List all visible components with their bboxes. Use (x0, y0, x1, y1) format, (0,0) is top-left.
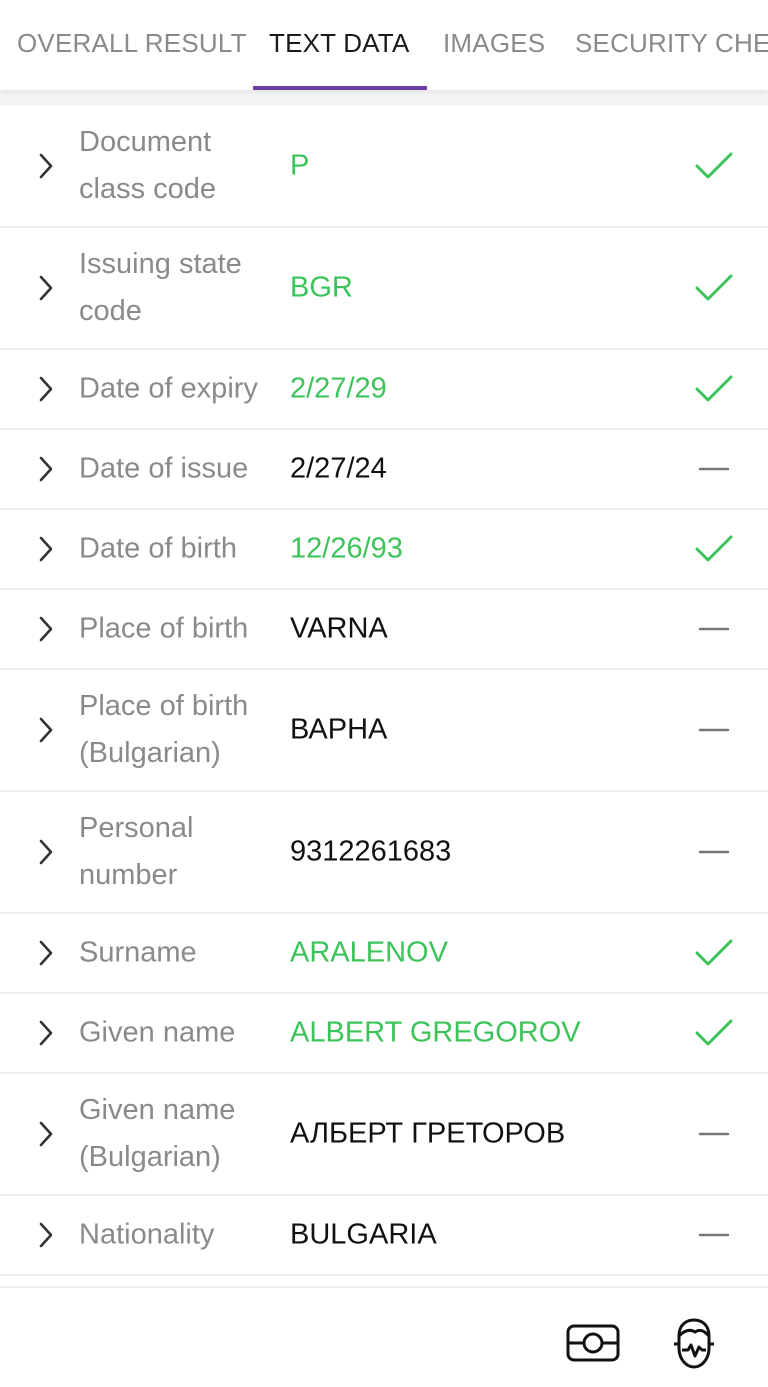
field-label: Document class code (79, 126, 217, 205)
field-value: 2/27/29 (290, 372, 387, 405)
document-scan-icon[interactable] (566, 1323, 620, 1363)
field-row[interactable]: Given name ALBERT GREGOROV (0, 994, 768, 1074)
field-label: Date of issue (79, 452, 249, 485)
chevron-right-icon (36, 939, 56, 967)
check-icon (694, 273, 734, 303)
field-row[interactable]: Surname ARALENOV (0, 914, 768, 994)
field-value: P (290, 149, 310, 182)
active-tab-indicator (253, 86, 427, 90)
chevron-right-icon (36, 535, 56, 563)
field-label: Given name (Bulgarian) (79, 1094, 236, 1173)
text-data-list: Document class code P Issuing state code BG… (0, 106, 768, 1276)
field-row[interactable]: Date of birth 12/26/93 (0, 510, 768, 590)
tab-images[interactable]: IMAGES (443, 28, 545, 59)
chevron-right-icon (36, 274, 56, 302)
field-value: 9312261683 (290, 835, 452, 868)
field-label: Given name (79, 1016, 236, 1049)
chevron-right-icon (36, 1120, 56, 1148)
field-row[interactable]: Issuing state code BGR (0, 228, 768, 350)
check-icon (694, 938, 734, 968)
tab-bar: OVERALL RESULT TEXT DATA IMAGES SECURITY… (0, 0, 768, 90)
dash-icon (694, 454, 734, 484)
field-label: Issuing state code (79, 248, 242, 327)
face-liveness-icon[interactable] (673, 1318, 715, 1370)
check-icon (694, 1018, 734, 1048)
check-icon (694, 534, 734, 564)
tab-overall-result[interactable]: OVERALL RESULT (17, 28, 247, 59)
chevron-right-icon (36, 1221, 56, 1249)
field-row[interactable]: Document class code P (0, 106, 768, 228)
chevron-right-icon (36, 838, 56, 866)
field-value: VARNA (290, 612, 388, 645)
field-row[interactable]: Date of issue 2/27/24 (0, 430, 768, 510)
field-value: ARALENOV (290, 936, 448, 969)
field-value: BGR (290, 271, 353, 304)
dash-icon (694, 715, 734, 745)
field-value: 2/27/24 (290, 452, 387, 485)
dash-icon (694, 614, 734, 644)
field-row[interactable]: Nationality BULGARIA (0, 1196, 768, 1276)
field-value: ВАРНА (290, 713, 388, 746)
field-value: АЛБЕРТ ГРЕТОРОВ (290, 1117, 566, 1150)
field-value: 12/26/93 (290, 532, 403, 565)
dash-icon (694, 837, 734, 867)
field-label: Place of birth (79, 612, 249, 645)
chevron-right-icon (36, 455, 56, 483)
field-label: Date of birth (79, 532, 237, 565)
field-label: Personal number (79, 812, 194, 891)
chevron-right-icon (36, 716, 56, 744)
field-label: Nationality (79, 1218, 215, 1251)
field-row[interactable]: Date of expiry 2/27/29 (0, 350, 768, 430)
chevron-right-icon (36, 152, 56, 180)
field-label: Place of birth (Bulgarian) (79, 690, 249, 769)
field-row[interactable]: Personal number 9312261683 (0, 792, 768, 914)
chevron-right-icon (36, 615, 56, 643)
field-row[interactable]: Given name (Bulgarian) АЛБЕРТ ГРЕТОРОВ (0, 1074, 768, 1196)
dash-icon (694, 1220, 734, 1250)
field-row[interactable]: Place of birth (Bulgarian) ВАРНА (0, 670, 768, 792)
field-value: ALBERT GREGOROV (290, 1016, 581, 1049)
field-row[interactable]: Place of birth VARNA (0, 590, 768, 670)
header-divider (0, 90, 768, 106)
tab-security-checks[interactable]: SECURITY CHECKS (575, 28, 768, 59)
field-label: Date of expiry (79, 372, 258, 405)
bottom-toolbar (0, 1286, 768, 1387)
check-icon (694, 374, 734, 404)
tab-text-data[interactable]: TEXT DATA (269, 28, 409, 59)
field-label: Surname (79, 936, 197, 969)
chevron-right-icon (36, 375, 56, 403)
field-value: BULGARIA (290, 1218, 437, 1251)
chevron-right-icon (36, 1019, 56, 1047)
check-icon (694, 151, 734, 181)
dash-icon (694, 1119, 734, 1149)
